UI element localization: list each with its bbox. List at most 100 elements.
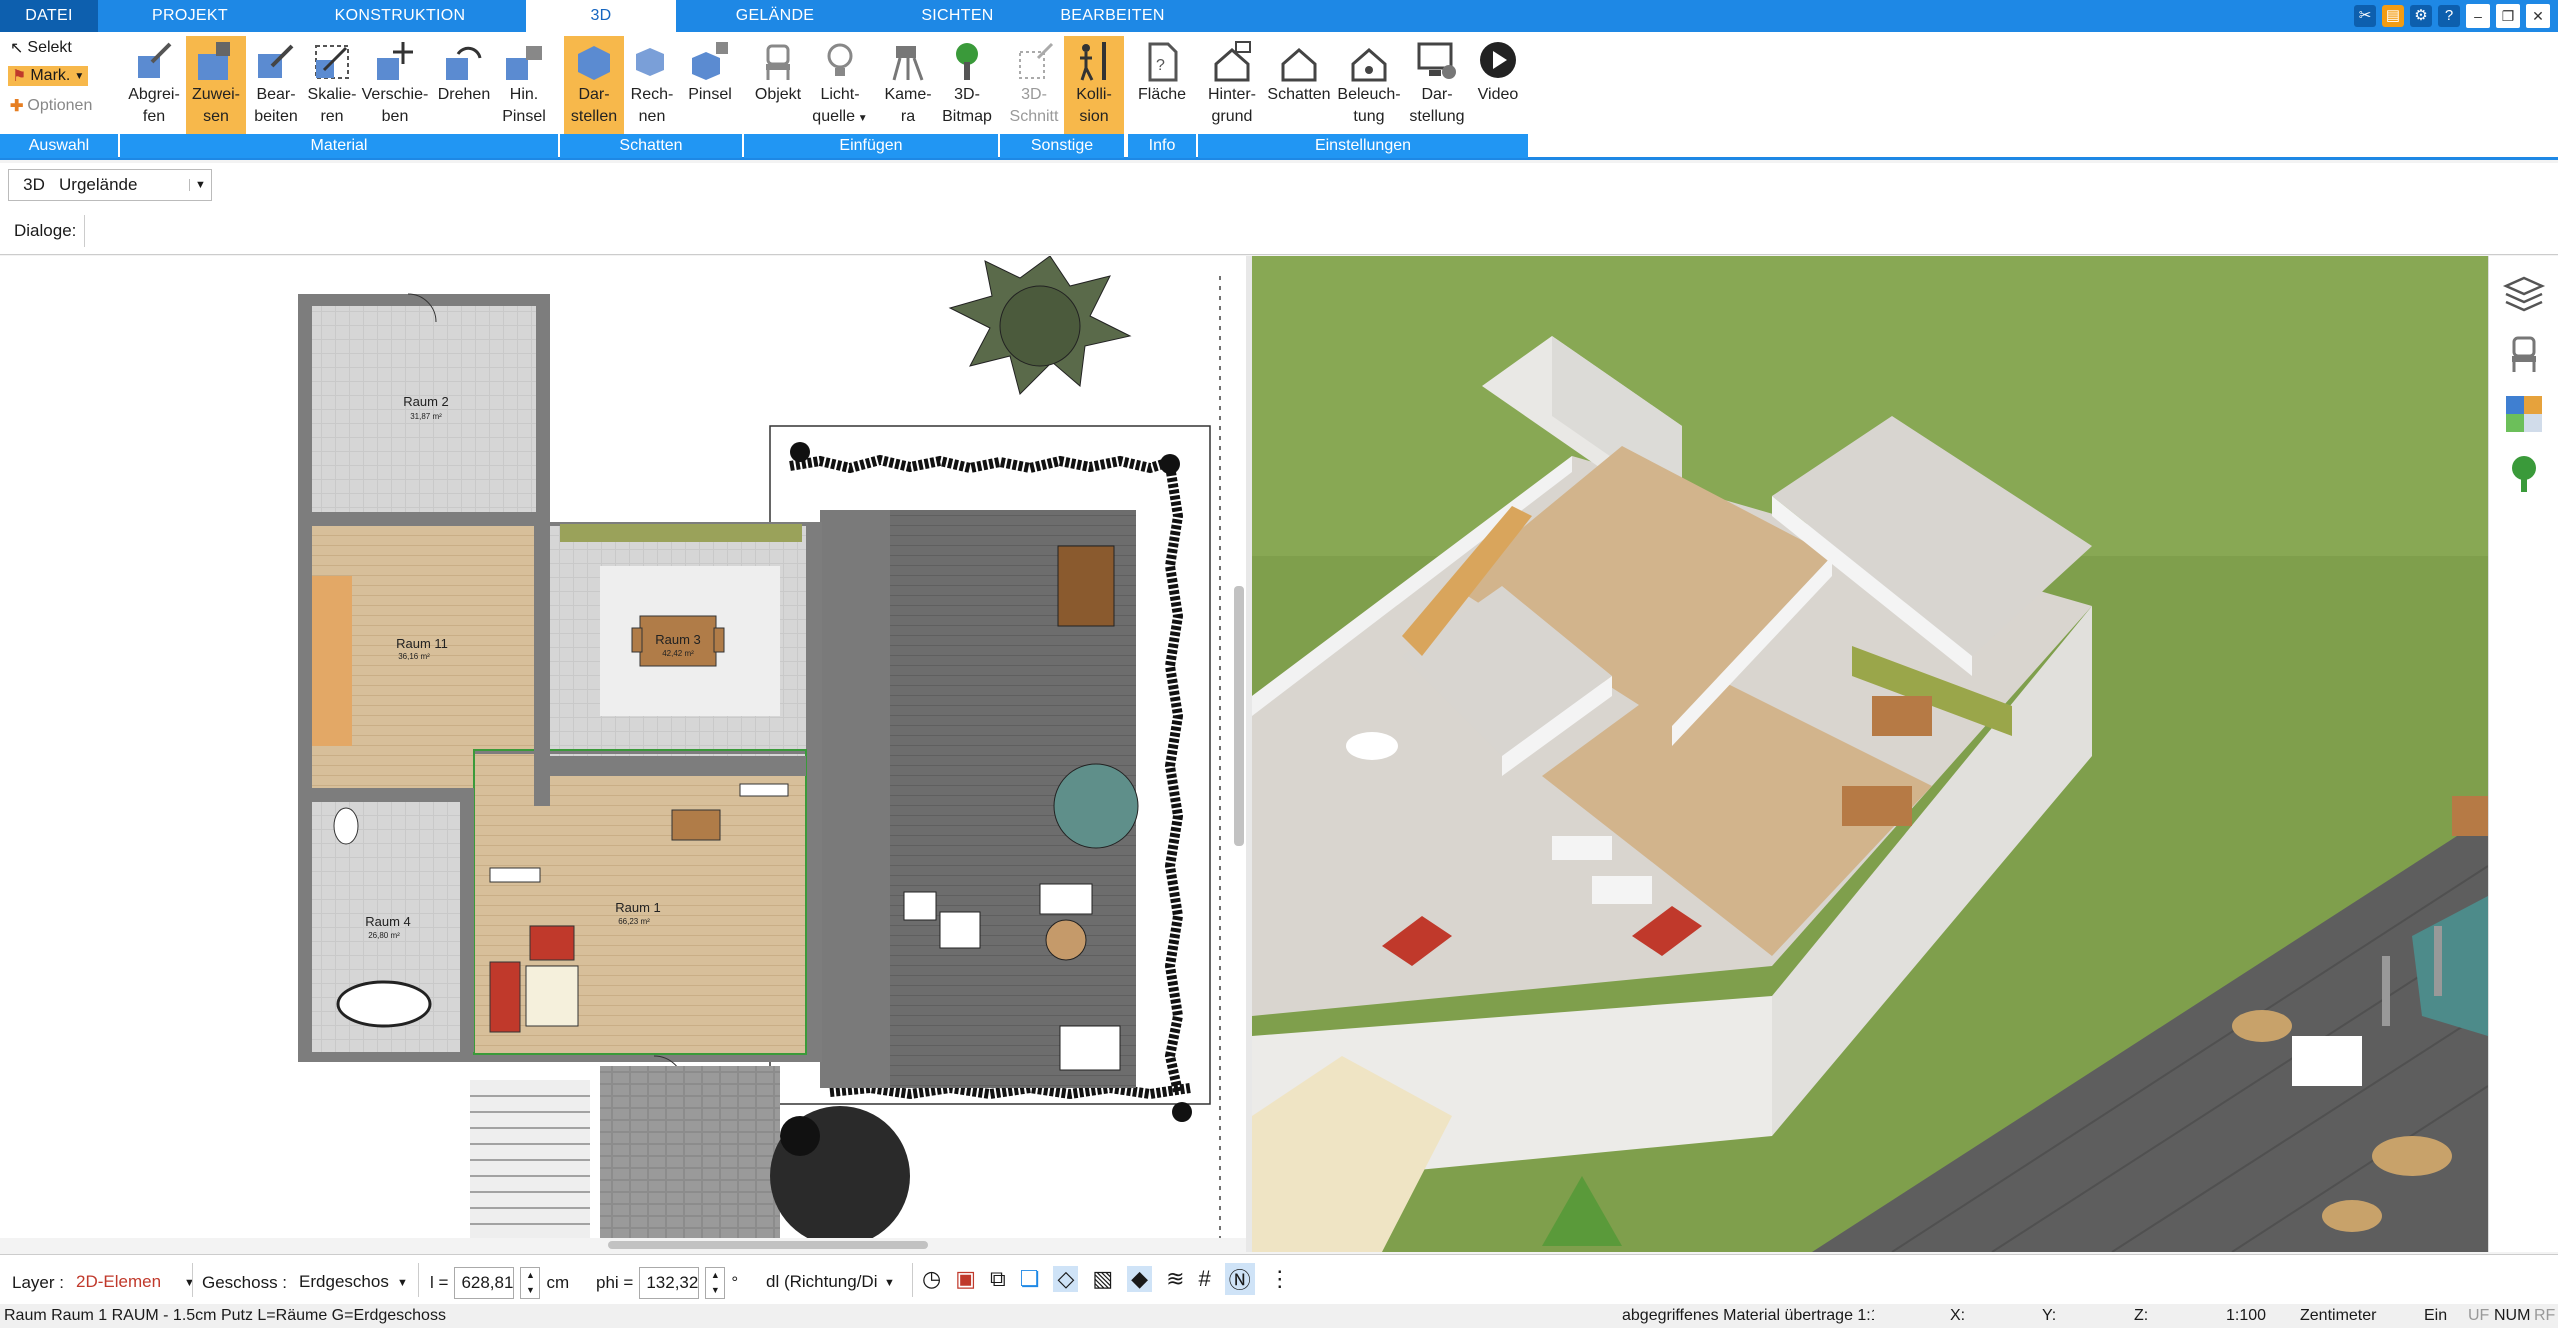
phi-input[interactable]: 132,32 xyxy=(639,1267,700,1299)
chevron-down-icon[interactable]: ▼ xyxy=(855,113,868,124)
pipette-icon xyxy=(138,42,172,78)
close-button[interactable]: ✕ xyxy=(2526,4,2550,28)
flaeche-button[interactable]: ? Fläche xyxy=(1132,36,1192,136)
tab-datei[interactable]: DATEI xyxy=(0,0,98,32)
direction-control: dl (Richtung/Di ▼ xyxy=(760,1267,895,1299)
schnitt-3d-button[interactable]: 3D- Schnitt xyxy=(1004,36,1064,136)
chevron-down-icon[interactable]: ▼ xyxy=(397,1277,408,1289)
scrollbar-thumb[interactable] xyxy=(608,1241,928,1249)
objects-icon[interactable]: ⧉ xyxy=(990,1266,1006,1292)
geschoss-control: Geschoss : Erdgeschos ▼ xyxy=(202,1267,408,1299)
waves-icon[interactable]: ≋ xyxy=(1166,1266,1184,1292)
plan-horizontal-scrollbar[interactable] xyxy=(0,1238,1246,1252)
layers-icon[interactable] xyxy=(2502,272,2546,316)
tab-3d[interactable]: 3D xyxy=(526,0,676,34)
brush-icon xyxy=(506,46,542,80)
objekt-button[interactable]: Objekt xyxy=(748,36,808,136)
minimize-button[interactable]: – xyxy=(2466,4,2490,28)
schatten-einstellung-button[interactable]: Schatten xyxy=(1264,36,1334,136)
verschieben-button[interactable]: Verschie-ben xyxy=(360,36,430,136)
room-area-raum-3: 42,42 m² xyxy=(662,649,694,658)
measure-icon[interactable]: ◇ xyxy=(1053,1266,1079,1292)
tab-projekt[interactable]: PROJEKT xyxy=(110,0,270,32)
collision-icon xyxy=(1080,42,1106,81)
geschoss-select[interactable]: Erdgeschos xyxy=(293,1267,392,1299)
hatch-icon[interactable]: ▧ xyxy=(1092,1266,1113,1292)
settings-icon[interactable]: ⚙ xyxy=(2410,5,2432,27)
hin-pinsel-button[interactable]: Hin. Pinsel xyxy=(494,36,554,136)
house-shadow-icon xyxy=(1281,48,1317,82)
chevron-down-icon[interactable]: ▼ xyxy=(884,1277,895,1289)
phi-stepper[interactable]: ▲ ▼ xyxy=(705,1267,726,1299)
store-icon[interactable]: ▤ xyxy=(2382,5,2404,27)
separator xyxy=(418,1263,419,1297)
chevron-down-icon[interactable]: ▼ xyxy=(184,1277,195,1289)
area-icon: ? xyxy=(1148,42,1178,82)
edit-material-icon xyxy=(258,44,294,78)
tab-bearbeiten[interactable]: BEARBEITEN xyxy=(1040,0,1185,32)
group-label-einstellungen: Einstellungen xyxy=(1198,134,1528,158)
presentation-icon[interactable]: ▣ xyxy=(955,1266,976,1292)
copy-icon[interactable]: ❏ xyxy=(1020,1266,1040,1292)
schatten-rechnen-button[interactable]: Rech-nen xyxy=(622,36,682,136)
group-label-schatten: Schatten xyxy=(560,134,742,158)
menu-bar: DATEI PROJEKT KONSTRUKTION 3D GELÄNDE SI… xyxy=(0,0,2558,34)
chair-icon[interactable] xyxy=(2502,332,2546,376)
tab-sichten[interactable]: SICHTEN xyxy=(880,0,1035,32)
dialoge-label: Dialoge: xyxy=(6,215,86,247)
tab-konstruktion[interactable]: KONSTRUKTION xyxy=(300,0,500,32)
mark-dropdown[interactable]: ⚑ Mark. ▼ xyxy=(8,66,89,86)
3d-view[interactable] xyxy=(1252,256,2488,1252)
3d-scene-canvas[interactable] xyxy=(1252,256,2488,1252)
restore-button[interactable]: ❐ xyxy=(2496,4,2520,28)
floor-plan-view[interactable]: Raum 2 31,87 m² Raum 11 36,16 m² Raum 3 … xyxy=(0,256,1246,1252)
schatten-pinsel-button[interactable]: Pinsel xyxy=(680,36,740,136)
direction-select[interactable]: dl (Richtung/Di xyxy=(760,1267,878,1299)
status-unit: Zentimeter xyxy=(2300,1307,2377,1324)
darstellung-button[interactable]: Dar-stellung xyxy=(1404,36,1470,136)
room-label-raum-3: Raum 3 xyxy=(655,632,701,647)
ribbon: ↖ Selekt ⚑ Mark. ▼ ✚ Optionen Auswahl Ab… xyxy=(0,32,2558,160)
zuweisen-button[interactable]: Zuwei-sen xyxy=(186,36,246,136)
length-input[interactable]: 628,81 xyxy=(454,1267,515,1299)
window-controls: ✂ ▤ ⚙ ? – ❐ ✕ xyxy=(2354,0,2558,32)
status-x: X: xyxy=(1950,1307,1966,1324)
kamera-button[interactable]: Kame-ra xyxy=(878,36,938,136)
tree-icon[interactable] xyxy=(2502,452,2546,496)
hintergrund-button[interactable]: Hinter-grund xyxy=(1202,36,1262,136)
length-stepper[interactable]: ▲ ▼ xyxy=(520,1267,541,1299)
plan-vertical-scrollbar[interactable] xyxy=(1234,586,1244,846)
view-selector[interactable]: 3D Urgelände ▼ xyxy=(8,169,212,201)
video-button[interactable]: Video xyxy=(1470,36,1526,136)
materials-icon[interactable] xyxy=(2502,392,2546,436)
tools-icon[interactable]: ✂ xyxy=(2354,5,2376,27)
help-icon[interactable]: ? xyxy=(2438,5,2460,27)
north-icon[interactable]: Ⓝ xyxy=(1224,1263,1255,1295)
status-selection: Raum Raum 1 RAUM - 1.5cm Putz L=Räume G=… xyxy=(4,1307,446,1324)
dialog-bar: Dialoge: xyxy=(0,207,2558,255)
tab-gelaende[interactable]: GELÄNDE xyxy=(690,0,860,32)
bitmap-3d-button[interactable]: 3D- Bitmap xyxy=(936,36,998,136)
schatten-darstellen-button[interactable]: Dar-stellen xyxy=(564,36,624,136)
more-icon[interactable]: ⋮ xyxy=(1269,1266,1291,1292)
bush-symbol-bottom[interactable] xyxy=(770,1106,910,1246)
room-label-raum-11: Raum 11 xyxy=(396,636,448,651)
lichtquelle-button[interactable]: Licht-quelle ▼ xyxy=(810,36,870,136)
skalieren-button[interactable]: Skalie-ren xyxy=(302,36,362,136)
grid-icon[interactable]: # xyxy=(1199,1266,1211,1292)
status-bar: Raum Raum 1 RAUM - 1.5cm Putz L=Räume G=… xyxy=(0,1304,2558,1328)
selekt-button[interactable]: ↖ Selekt xyxy=(10,38,72,58)
floor-plan-canvas[interactable]: Raum 2 31,87 m² Raum 11 36,16 m² Raum 3 … xyxy=(0,256,1246,1252)
clock-icon[interactable]: ◷ xyxy=(922,1266,941,1292)
drehen-button[interactable]: Drehen xyxy=(434,36,494,136)
beleuchtung-button[interactable]: Beleuch-tung xyxy=(1334,36,1404,136)
bearbeiten-button[interactable]: Bear-beiten xyxy=(246,36,306,136)
plane-icon[interactable]: ◆ xyxy=(1127,1266,1153,1292)
chevron-down-icon[interactable]: ▼ xyxy=(189,179,211,191)
status-y: Y: xyxy=(2042,1307,2057,1324)
optionen-button[interactable]: ✚ Optionen xyxy=(10,96,92,116)
abgreifen-button[interactable]: Abgrei-fen xyxy=(124,36,184,136)
layer-select[interactable]: 2D-Elemen xyxy=(69,1267,178,1299)
kollision-button[interactable]: Kolli-sion xyxy=(1064,36,1124,136)
play-icon xyxy=(1480,42,1516,78)
